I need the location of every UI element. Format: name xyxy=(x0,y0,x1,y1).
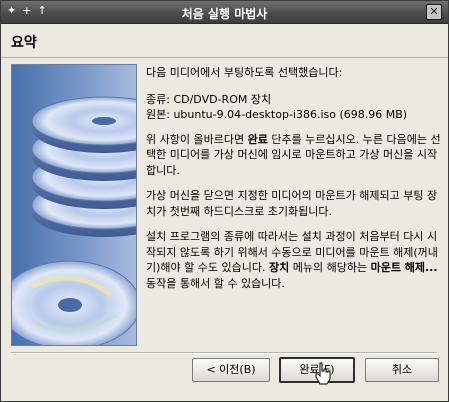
footer-separator xyxy=(11,352,437,354)
intro-text: 다음 미디어에서 부팅하도록 선택했습니다: xyxy=(146,66,343,79)
wizard-window: ✦+↑ 처음 실행 마법사 ✕ 요약 다음 미디어에서 부팅하도록 선택했습니다… xyxy=(0,0,449,402)
media-type-label: 종류: xyxy=(146,92,170,106)
cancel-button[interactable]: 취소 xyxy=(365,358,439,382)
manual-unmount-note: 설치 프로그램의 종류에 따라서는 설치 과정이 처음부터 다시 시작되지 않도… xyxy=(146,229,442,291)
finish-instructions-a: 위 사항이 올바르다면 xyxy=(146,132,248,146)
title-bar[interactable]: ✦+↑ 처음 실행 마법사 ✕ xyxy=(1,1,448,24)
media-type-row: 종류: CD/DVD-ROM 장치 xyxy=(146,92,442,107)
close-icon[interactable]: ✕ xyxy=(426,4,442,20)
back-button[interactable]: < 이전(B) xyxy=(192,358,270,382)
media-source-label: 원본: xyxy=(146,107,170,121)
media-source-row: 원본: ubuntu-9.04-desktop-i386.iso (698.96… xyxy=(146,107,442,122)
media-source-value: ubuntu-9.04-desktop-i386.iso (698.96 MB) xyxy=(173,107,408,121)
finish-keyword: 완료 xyxy=(247,132,268,146)
page-title: 요약 xyxy=(11,35,37,51)
disc-stack xyxy=(31,96,136,237)
wizard-side-image xyxy=(11,64,137,346)
window-title: 처음 실행 마법사 xyxy=(181,7,268,21)
summary-content: 다음 미디어에서 부팅하도록 선택했습니다: 종류: CD/DVD-ROM 장치… xyxy=(146,65,442,301)
devices-menu-keyword: 장치 xyxy=(268,261,290,274)
finish-instructions: 위 사항이 올바르다면 완료 단추를 누르십시오. 누른 다음에는 선택한 미디… xyxy=(146,132,442,179)
single-disc xyxy=(12,260,136,345)
media-type-value: CD/DVD-ROM 장치 xyxy=(173,92,272,106)
manual-unmount-e: 동작을 통해서 할 수 있습니다. xyxy=(146,276,285,290)
unmount-action-keyword: 마운트 해제... xyxy=(370,261,438,274)
page-header: 요약 xyxy=(1,24,448,58)
hand-cursor-icon xyxy=(315,362,331,385)
unmount-note: 가상 머신을 닫으면 지정한 미디어의 마운트가 해제되고 부팅 장치가 첫번째… xyxy=(146,189,438,218)
media-details: 종류: CD/DVD-ROM 장치 원본: ubuntu-9.04-deskto… xyxy=(146,92,442,122)
manual-unmount-c: 메뉴의 해당하는 xyxy=(289,261,371,274)
cd-stack-illustration xyxy=(12,96,136,345)
